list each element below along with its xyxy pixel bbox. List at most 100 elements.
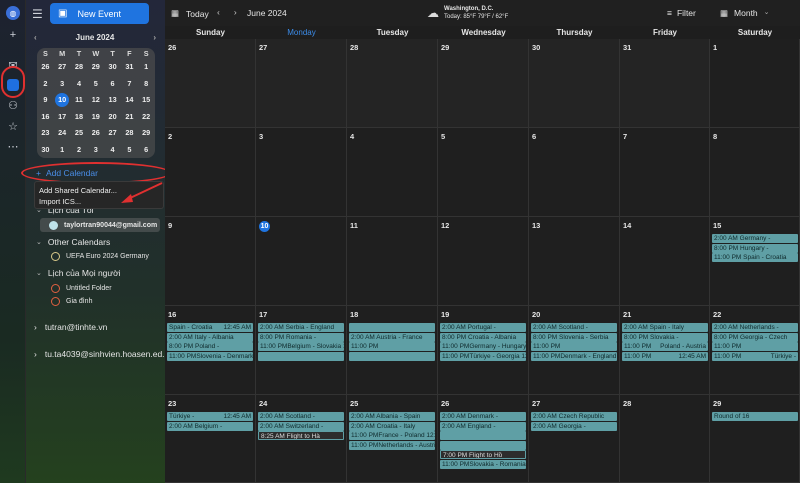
calendar-event[interactable]: 7:00 PM Flight to Hồ (440, 450, 526, 459)
mini-day[interactable]: 28 (71, 59, 88, 76)
day-cell[interactable]: 31 (620, 39, 710, 128)
mini-day[interactable]: 29 (138, 125, 155, 142)
mini-day[interactable]: 1 (138, 59, 155, 76)
mini-day[interactable]: 30 (37, 142, 54, 159)
mini-day[interactable]: 14 (121, 92, 138, 109)
calendar-event[interactable] (440, 431, 526, 440)
mini-day[interactable]: 18 (71, 109, 88, 126)
mini-day[interactable]: 21 (121, 109, 138, 126)
mini-day[interactable]: 26 (87, 125, 104, 142)
day-cell[interactable]: 27 2:00 AM Czech Republic 2:00 AM Georgia … (529, 395, 620, 483)
prev-month-icon[interactable]: ‹ (217, 7, 220, 17)
day-cell[interactable]: 24 2:00 AM Scotland -2:00 AM Switzerland … (256, 395, 347, 483)
calendar-item-uefa[interactable]: UEFA Euro 2024 Germany (51, 252, 149, 261)
mini-day[interactable]: 29 (87, 59, 104, 76)
mini-day[interactable]: 4 (71, 76, 88, 93)
calendar-event[interactable]: 2:00 AM Serbia - England (258, 323, 344, 332)
day-cell[interactable]: 10 (256, 217, 347, 306)
day-cell[interactable]: 15 2:00 AM Germany -8:00 PM Hungary -11:0… (710, 217, 800, 306)
mini-day[interactable]: 12 (87, 92, 104, 109)
calendar-event[interactable]: 8:00 PM Georgia - Czech (712, 332, 798, 342)
new-event-button[interactable]: ▣ New Event (50, 3, 149, 24)
mini-day[interactable]: 31 (121, 59, 138, 76)
calendar-event[interactable]: Türkiye -12:45 AM (167, 412, 253, 421)
day-cell[interactable]: 4 (347, 128, 438, 217)
calendar-event[interactable]: 2:00 AM Switzerland - (258, 421, 344, 431)
calendar-event[interactable]: 2:00 AM Georgia - (531, 421, 617, 431)
calendar-event[interactable]: 2:00 AM Italy - Albania (167, 332, 253, 342)
day-cell[interactable]: 12 (438, 217, 529, 306)
filter-button[interactable]: ≡ Filter (667, 8, 696, 18)
day-cell[interactable]: 9 (165, 217, 256, 306)
mini-day[interactable]: 22 (138, 109, 155, 126)
calendar-event[interactable]: 2:00 AM Czech Republic (531, 412, 617, 421)
calendar-event[interactable]: 11:00 PM Poland - Austria (622, 342, 708, 351)
calendar-event[interactable]: 11:00 PM (531, 342, 617, 351)
weather-widget[interactable]: ☁ Washington, D.C. Today: 85°F 79°F / 62… (427, 5, 508, 21)
mini-day[interactable]: 10 (54, 92, 71, 109)
calendar-event[interactable]: 11:00 PMBelgium - Slovakia 12:45 AM (258, 342, 344, 351)
mini-day[interactable]: 19 (87, 109, 104, 126)
menu-icon[interactable]: ☰ (32, 7, 43, 21)
star-icon[interactable]: ☆ (4, 117, 22, 135)
day-cell[interactable]: 16 Spain - Croatia 12:45 AM 2:00 AM Italy -… (165, 306, 256, 395)
calendar-event[interactable]: 2:00 AM Netherlands - (712, 323, 798, 332)
day-cell[interactable]: 29 (438, 39, 529, 128)
day-cell[interactable]: 6 (529, 128, 620, 217)
mini-day[interactable]: 25 (71, 125, 88, 142)
mini-day[interactable]: 7 (121, 76, 138, 93)
day-cell[interactable]: 3 (256, 128, 347, 217)
day-cell[interactable]: 18 2:00 AM Austria - France 11:00 PM (347, 306, 438, 395)
day-cell[interactable]: 11 (347, 217, 438, 306)
mini-day[interactable]: 16 (37, 109, 54, 126)
day-cell[interactable]: 20 2:00 AM Scotland -8:00 PM Slovenia - S… (529, 306, 620, 395)
mini-day[interactable]: 11 (71, 92, 88, 109)
mini-day[interactable]: 9 (37, 92, 54, 109)
mini-day[interactable]: 20 (104, 109, 121, 126)
calendar-event[interactable]: 2:00 AM Denmark - (440, 412, 526, 421)
day-cell[interactable]: 28 (620, 395, 710, 483)
mini-prev-icon[interactable]: ‹ (34, 33, 37, 42)
calendar-event[interactable]: 2:00 AM Scotland - (258, 412, 344, 421)
mini-next-icon[interactable]: › (153, 33, 156, 42)
mini-day[interactable]: 24 (54, 125, 71, 142)
mini-day[interactable]: 2 (71, 142, 88, 159)
calendar-item-family[interactable]: Gia đình (51, 297, 92, 306)
day-cell[interactable]: 17 2:00 AM Serbia - England 8:00 PM Romani… (256, 306, 347, 395)
contacts-icon[interactable]: ⚇ (4, 96, 22, 114)
day-cell[interactable]: 8 (710, 128, 800, 217)
day-cell[interactable]: 19 2:00 AM Portugal -8:00 PM Croatia - Al… (438, 306, 529, 395)
day-cell[interactable]: 30 (529, 39, 620, 128)
calendar-item-mine[interactable]: taylortran90044@gmail.com (40, 218, 160, 232)
calendar-event[interactable]: 11:00 PM (349, 342, 435, 351)
calendar-event[interactable]: 11:00 PM Spain - Croatia (712, 253, 798, 262)
day-cell[interactable]: 2 (165, 128, 256, 217)
calendar-event[interactable]: 2:00 AM Belgium - (167, 421, 253, 431)
calendar-event[interactable]: 11:00 PMSlovenia - Denmark 12:45 AM (167, 351, 253, 361)
day-cell[interactable]: 7 (620, 128, 710, 217)
day-cell[interactable]: 22 2:00 AM Netherlands -8:00 PM Georgia -… (710, 306, 800, 395)
calendar-event[interactable]: 11:00 PMFrance - Poland 12:45 AM (349, 431, 435, 440)
view-select[interactable]: ▦ Month ⌄ (720, 8, 770, 19)
day-cell[interactable]: 29 Round of 16 (710, 395, 800, 483)
day-cell[interactable]: 1 (710, 39, 800, 128)
mini-day[interactable]: 6 (138, 142, 155, 159)
account-hoasen[interactable]: › tu.ta4039@sinhvien.hoasen.ed... (34, 349, 169, 359)
calendar-event[interactable]: 8:00 PM Slovenia - Serbia (531, 332, 617, 342)
calendar-event[interactable]: 11:00 PMTürkiye - Georgia 12:45 AM (440, 351, 526, 361)
calendar-event[interactable]: 11:00 PM Denmark - England (531, 351, 617, 361)
day-cell[interactable]: 25 2:00 AM Albania - Spain 2:00 AM Croatia… (347, 395, 438, 483)
calendar-event[interactable] (349, 323, 435, 332)
calendar-event[interactable]: 2:00 AM Spain - Italy (622, 323, 708, 332)
calendar-event[interactable] (440, 440, 526, 450)
day-cell[interactable]: 5 (438, 128, 529, 217)
mini-day[interactable]: 13 (104, 92, 121, 109)
day-cell[interactable]: 21 2:00 AM Spain - Italy 8:00 PM Slovakia … (620, 306, 710, 395)
mini-day[interactable]: 28 (121, 125, 138, 142)
calendar-event[interactable]: 2:00 AM Croatia - Italy (349, 421, 435, 431)
section-everyone[interactable]: ⌄ Lịch của Mọi người (36, 268, 121, 278)
add-icon[interactable]: + (4, 26, 22, 44)
calendar-event[interactable]: 2:00 AM Scotland - (531, 323, 617, 332)
calendar-event[interactable]: 2:00 AM Albania - Spain (349, 412, 435, 421)
calendar-event[interactable]: 8:25 AM Flight to Hà (258, 431, 344, 440)
